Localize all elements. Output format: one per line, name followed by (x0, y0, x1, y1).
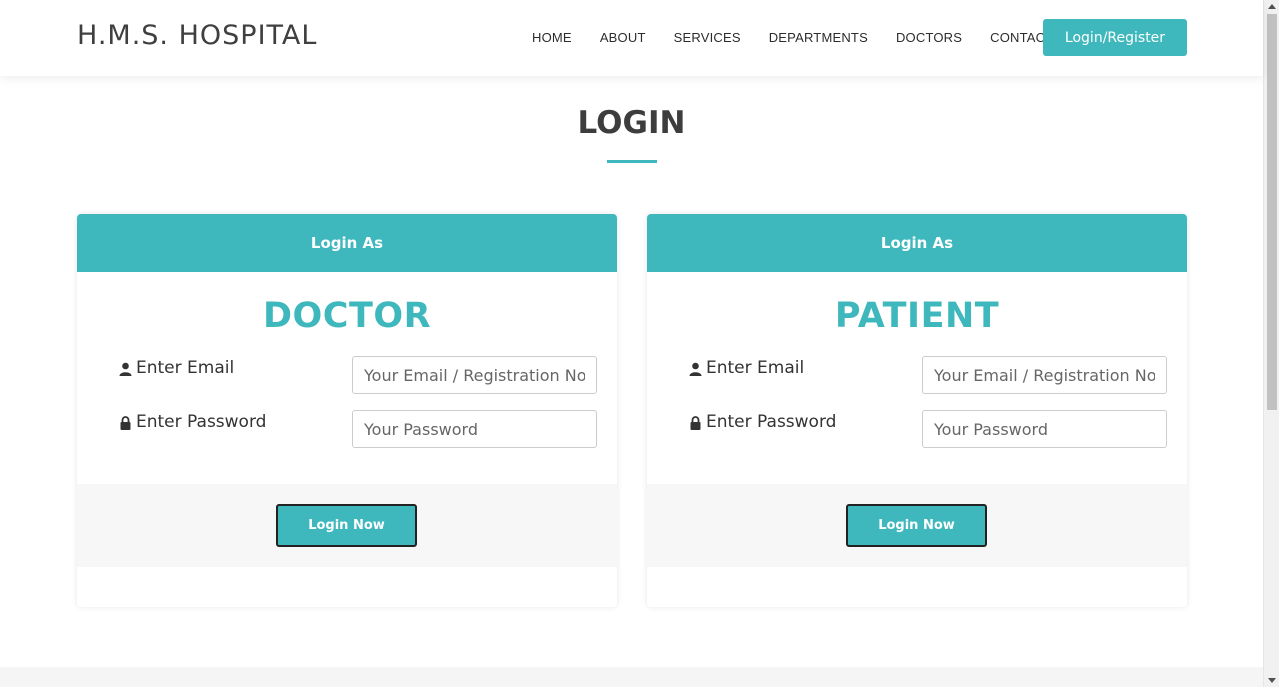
doctor-login-card: Login As DOCTOR Enter Email Enter Passwo… (77, 214, 617, 607)
scroll-down-arrow-icon[interactable] (1268, 678, 1276, 683)
doctor-login-button[interactable]: Login Now (276, 504, 417, 547)
main-nav: HOME ABOUT SERVICES DEPARTMENTS DOCTORS … (532, 30, 1081, 45)
footer-band (0, 667, 1263, 687)
email-label: Enter Email (119, 358, 234, 378)
title-underline (607, 160, 657, 163)
email-label-text: Enter Email (706, 358, 805, 378)
nav-home[interactable]: HOME (532, 30, 572, 45)
card-footer: Login Now (647, 484, 1187, 567)
nav-doctors[interactable]: DOCTORS (896, 30, 962, 45)
patient-email-input[interactable] (922, 356, 1167, 394)
lock-icon (689, 415, 702, 430)
card-header: Login As (647, 214, 1187, 272)
user-icon (119, 361, 132, 376)
scroll-up-arrow-icon[interactable] (1268, 4, 1276, 9)
scroll-thumb[interactable] (1267, 14, 1277, 410)
nav-departments[interactable]: DEPARTMENTS (769, 30, 868, 45)
patient-login-card: Login As PATIENT Enter Email Enter Passw… (647, 214, 1187, 607)
patient-password-input[interactable] (922, 410, 1167, 448)
email-label-text: Enter Email (136, 358, 235, 378)
login-register-button[interactable]: Login/Register (1043, 19, 1187, 56)
site-header: H.M.S. HOSPITAL HOME ABOUT SERVICES DEPA… (0, 0, 1263, 76)
password-label-text: Enter Password (136, 412, 267, 432)
nav-about[interactable]: ABOUT (600, 30, 646, 45)
email-label: Enter Email (689, 358, 804, 378)
password-label: Enter Password (119, 412, 266, 432)
doctor-email-input[interactable] (352, 356, 597, 394)
user-icon (689, 361, 702, 376)
page-scrollbar[interactable] (1263, 0, 1279, 687)
nav-services[interactable]: SERVICES (674, 30, 741, 45)
card-footer: Login Now (77, 484, 617, 567)
lock-icon (119, 415, 132, 430)
password-label: Enter Password (689, 412, 836, 432)
site-logo[interactable]: H.M.S. HOSPITAL (77, 20, 317, 51)
page-title: LOGIN (577, 105, 686, 141)
card-role-title: PATIENT (834, 296, 1000, 336)
card-header: Login As (77, 214, 617, 272)
password-label-text: Enter Password (706, 412, 837, 432)
doctor-password-input[interactable] (352, 410, 597, 448)
card-role-title: DOCTOR (262, 296, 432, 336)
patient-login-button[interactable]: Login Now (846, 504, 987, 547)
